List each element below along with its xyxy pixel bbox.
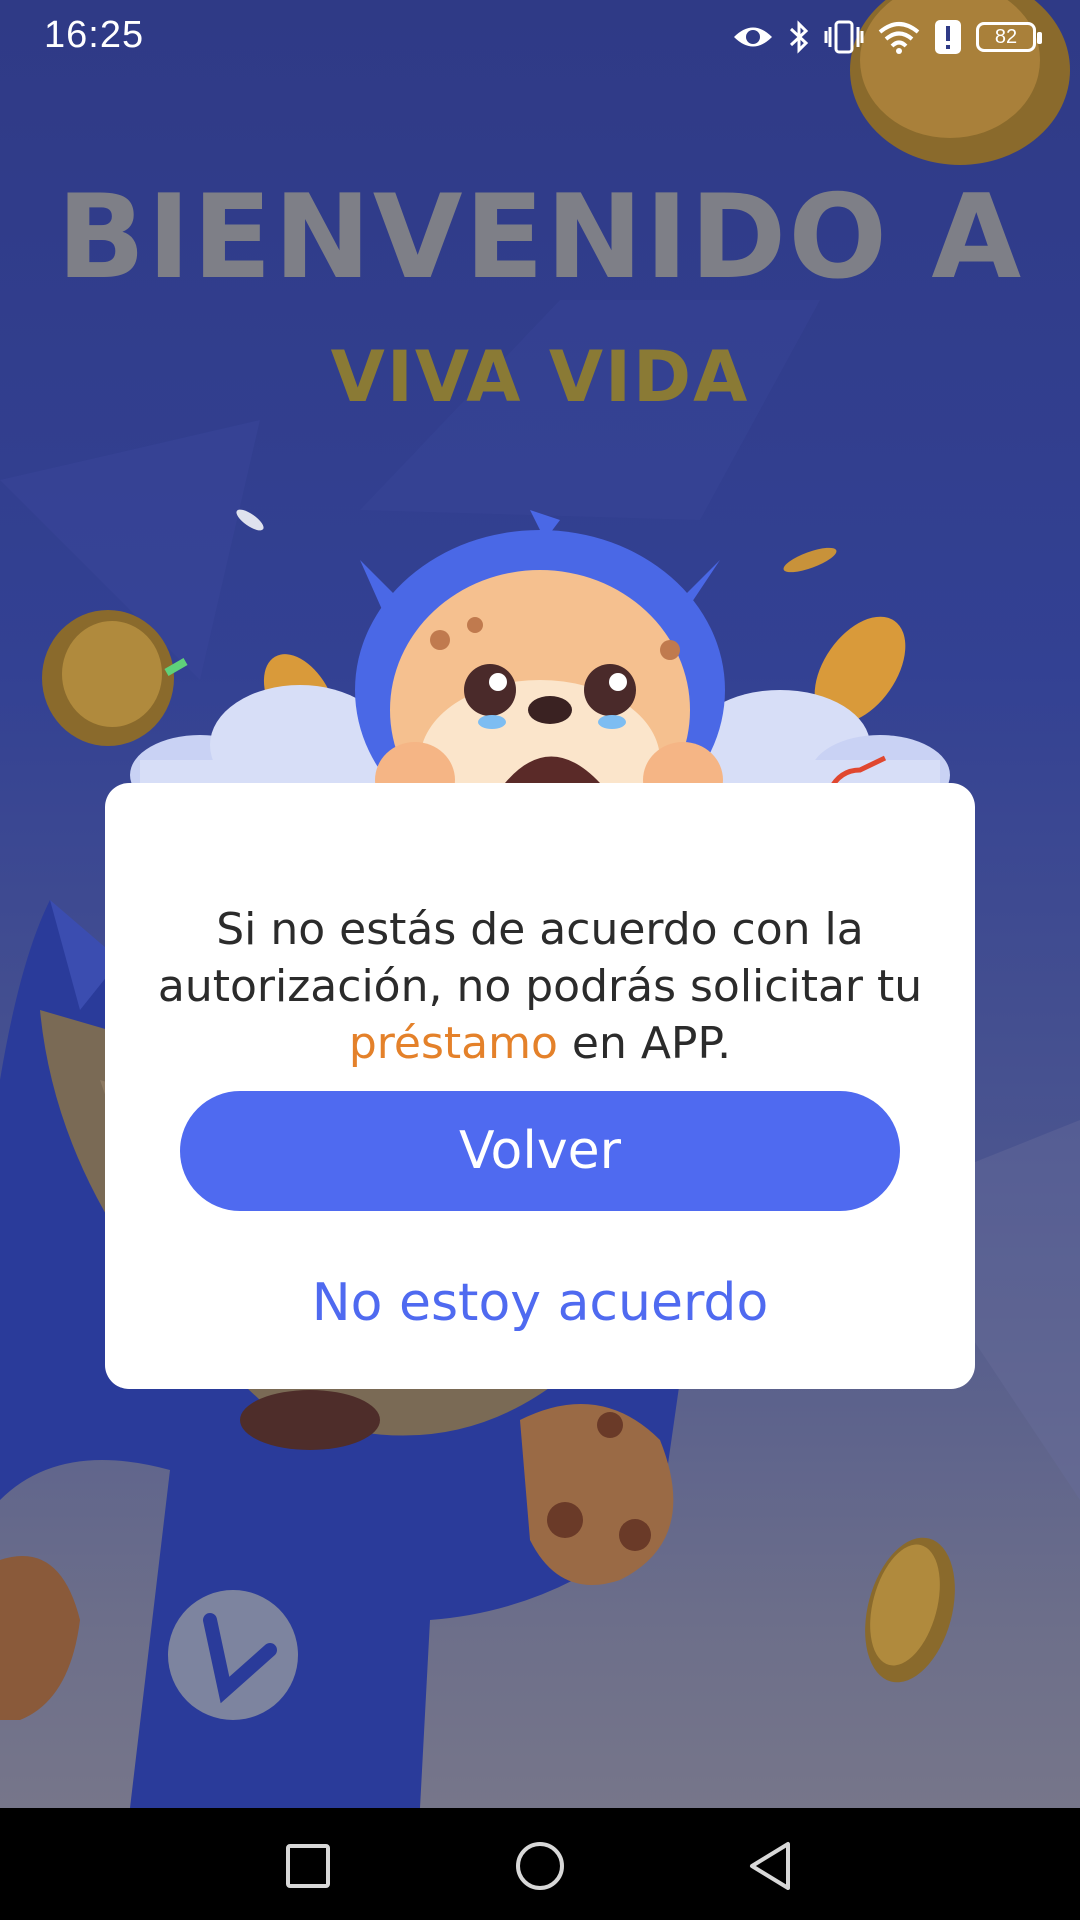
coin-icon — [42, 610, 174, 746]
status-icons: 82 — [732, 14, 1042, 60]
back-button[interactable]: Volver — [180, 1091, 900, 1211]
dialog-message: Si no estás de acuerdo con la autorizaci… — [145, 901, 935, 1072]
disagree-button[interactable]: No estoy acuerdo — [180, 1263, 900, 1343]
dialog-message-text-end: en APP. — [557, 1018, 732, 1069]
welcome-title: BIENVENIDO A — [56, 170, 1024, 305]
dialog-message-text: Si no estás de acuerdo con la autorizaci… — [157, 904, 923, 1012]
status-bar: 16:25 82 — [0, 0, 1080, 80]
alert-icon — [935, 20, 961, 54]
navigation-bar — [0, 1808, 1080, 1920]
screen: 16:25 82 BIENVENIDO A VIVA VIDA Si no es… — [0, 0, 1080, 1920]
home-icon[interactable] — [512, 1838, 568, 1894]
back-icon[interactable] — [744, 1838, 800, 1894]
authorization-dialog: Si no estás de acuerdo con la autorizaci… — [105, 783, 975, 1389]
recent-apps-icon[interactable] — [280, 1838, 336, 1894]
status-time: 16:25 — [44, 14, 145, 56]
vibrate-icon — [824, 20, 864, 54]
dialog-message-highlight: préstamo — [348, 1018, 558, 1069]
battery-icon: 82 — [976, 22, 1042, 52]
brand-title: VIVA VIDA — [330, 336, 750, 418]
bluetooth-icon — [789, 20, 809, 54]
wifi-icon — [878, 22, 920, 54]
eye-icon — [734, 27, 772, 47]
coin-icon — [865, 1537, 955, 1683]
